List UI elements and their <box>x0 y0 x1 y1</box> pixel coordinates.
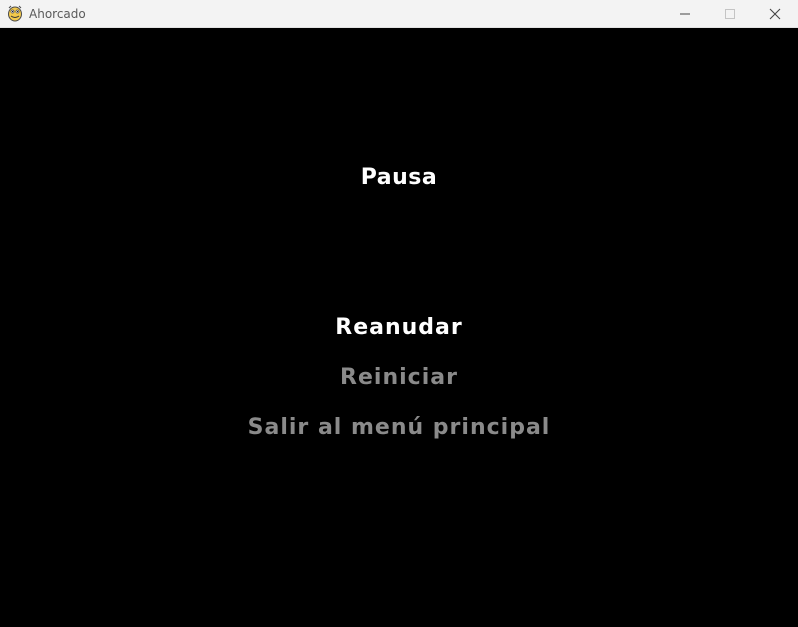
resume-button[interactable]: Reanudar <box>0 314 798 342</box>
app-window: Ahorcado Pausa Reanudar Reiniciar Salir … <box>0 0 798 627</box>
game-canvas[interactable]: Pausa Reanudar Reiniciar Salir al menú p… <box>0 28 798 627</box>
maximize-button[interactable] <box>707 0 753 28</box>
pause-title: Pausa <box>360 165 438 190</box>
minimize-icon <box>680 13 690 15</box>
close-button[interactable] <box>752 0 798 28</box>
exit-to-main-menu-button[interactable]: Salir al menú principal <box>0 414 798 442</box>
close-icon <box>769 8 781 20</box>
minimize-button[interactable] <box>662 0 708 28</box>
maximize-icon <box>725 9 735 19</box>
window-title: Ahorcado <box>29 7 86 21</box>
pygame-snake-icon <box>7 5 23 22</box>
title-bar[interactable]: Ahorcado <box>0 0 798 28</box>
restart-button[interactable]: Reiniciar <box>0 364 798 392</box>
